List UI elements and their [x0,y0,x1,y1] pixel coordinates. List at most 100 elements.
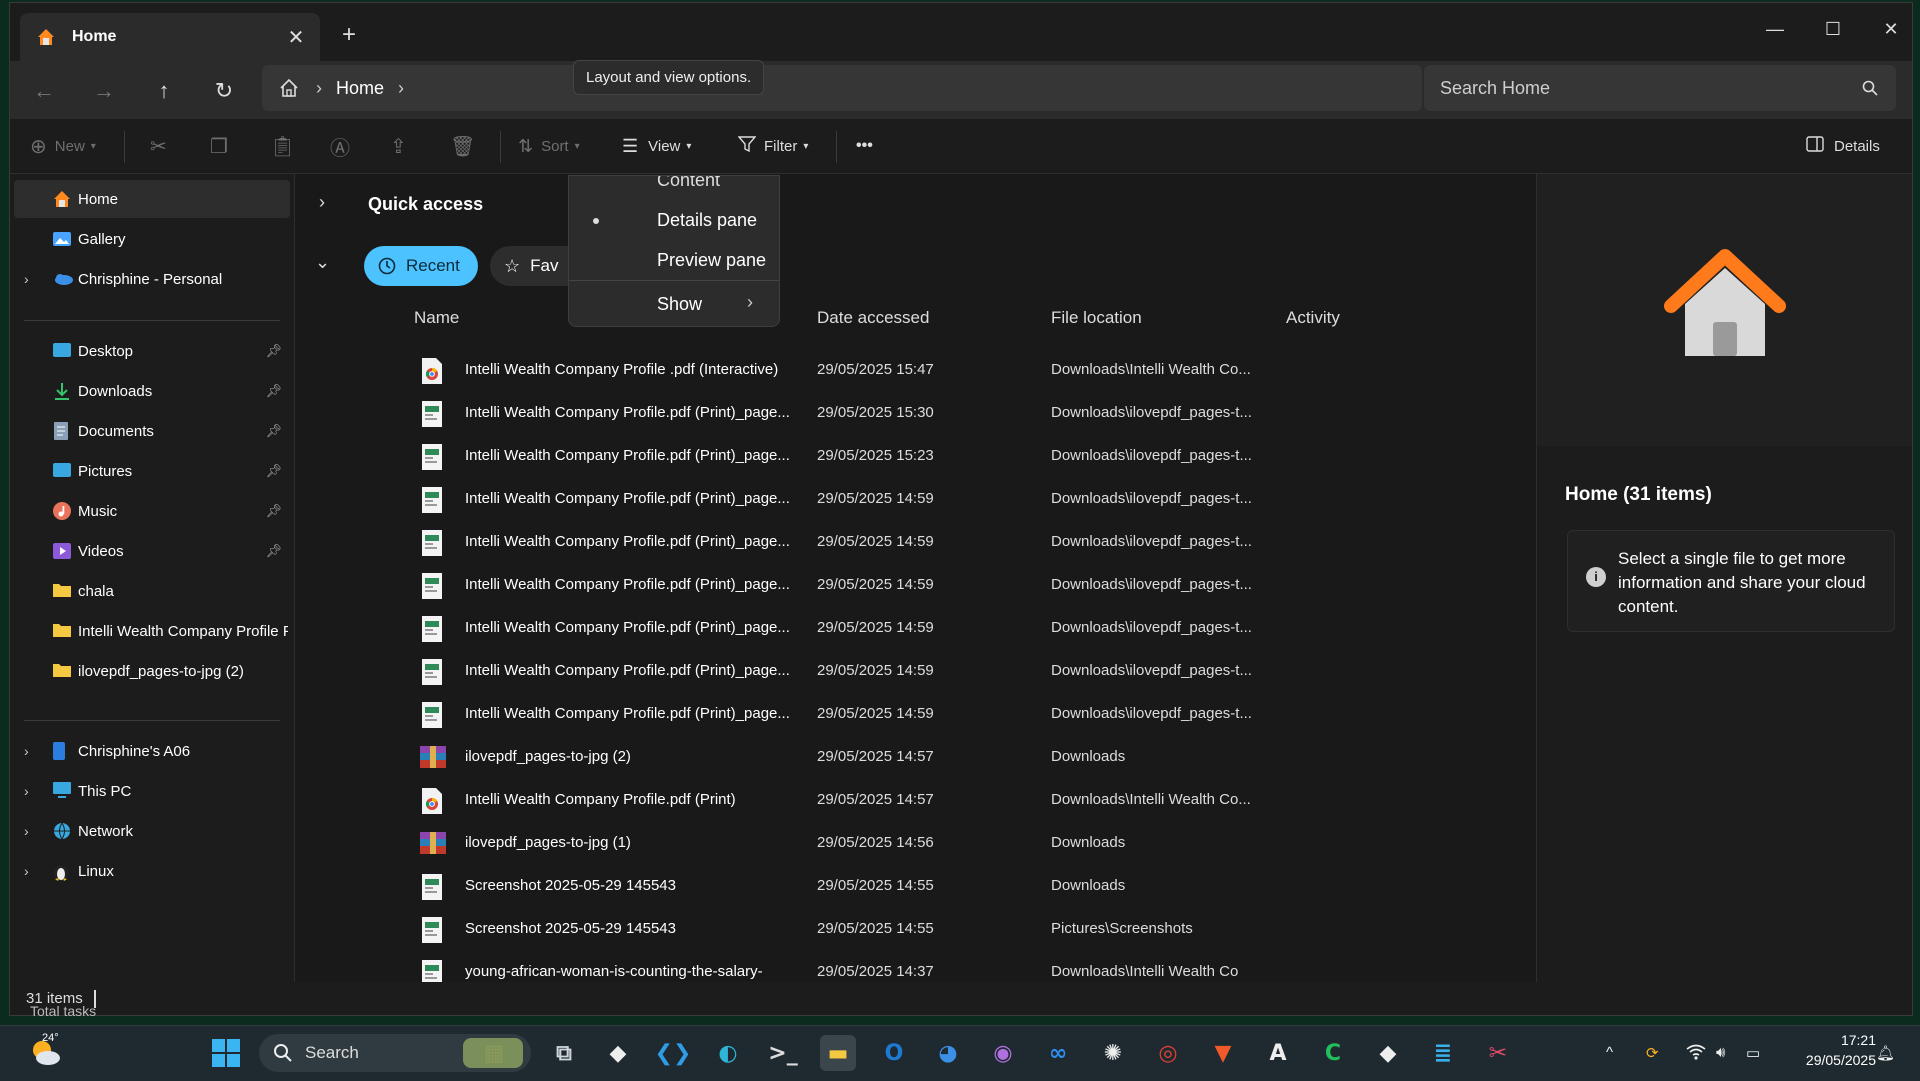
recent-filter-pill[interactable]: Recent [364,246,478,286]
dark-app-icon[interactable]: ◆ [600,1035,636,1071]
notifications-icon[interactable]: 🔔︎ [1876,1044,1895,1062]
task-view-icon[interactable]: ⧉ [546,1035,582,1071]
refresh-icon[interactable]: ↻ [204,73,244,109]
collapse-chevron-icon[interactable]: ⌄ [315,252,330,273]
filter-button[interactable]: Filter ▾ [737,129,808,163]
pin-icon[interactable]: 📌︎ [265,543,282,559]
widgets-icon[interactable]: ▦ [476,1035,512,1071]
battery-icon[interactable]: ▭ [1746,1044,1760,1062]
delete-icon[interactable]: 🗑︎ [450,129,475,163]
column-header-date[interactable]: Date accessed [817,308,929,328]
sidebar-item-gallery[interactable]: Gallery [14,220,290,258]
back-icon[interactable]: ← [24,73,64,109]
table-row[interactable]: Intelli Wealth Company Profile.pdf (Prin… [295,564,1535,607]
chrome-icon[interactable]: ◎ [1150,1035,1186,1071]
quick-access-header[interactable]: Quick access [368,194,483,215]
menu-item-show[interactable]: Show [657,294,702,315]
table-row[interactable]: Intelli Wealth Company Profile.pdf (Prin… [295,435,1535,478]
pin-icon[interactable]: 📌︎ [265,463,282,479]
table-row[interactable]: Intelli Wealth Company Profile.pdf (Prin… [295,478,1535,521]
green-app-icon[interactable]: C [1315,1035,1351,1071]
dark-app-icon-2[interactable]: ◆ [1370,1035,1406,1071]
address-bar[interactable]: › Home › [262,65,1422,111]
menu-item-preview-pane[interactable]: Preview pane [657,250,766,271]
rename-icon[interactable]: Ⓐ [330,129,350,163]
sidebar-item-ilovepdf-pages-to-jpg-2[interactable]: ilovepdf_pages-to-jpg (2) [14,652,290,690]
table-row[interactable]: ilovepdf_pages-to-jpg (2) 29/05/2025 14:… [295,736,1535,779]
terminal-icon[interactable]: >_ [765,1035,801,1071]
expand-chevron-icon[interactable]: › [24,783,29,799]
table-row[interactable]: Intelli Wealth Company Profile .pdf (Int… [295,349,1535,392]
sidebar-item-pictures[interactable]: Pictures 📌︎ [14,452,290,490]
sidebar-item-documents[interactable]: Documents 📌︎ [14,412,290,450]
outlook-icon[interactable]: O [876,1035,912,1071]
sidebar-item-chala[interactable]: chala [14,572,290,610]
more-options-icon[interactable]: ••• [856,129,873,163]
cut-icon[interactable]: ✂ [150,129,167,163]
details-toggle-button[interactable]: Details [1806,129,1880,163]
maximize-button[interactable]: ☐ [1804,11,1862,47]
tab-home[interactable]: Home ✕ [20,13,320,61]
sidebar-item-linux[interactable]: › Linux [14,852,290,890]
search-input[interactable]: Search Home [1424,65,1896,111]
expand-chevron-icon[interactable]: › [24,823,29,839]
table-row[interactable]: Screenshot 2025-05-29 145543 29/05/2025 … [295,865,1535,908]
sidebar-item-this-pc[interactable]: › This PC [14,772,290,810]
volume-icon[interactable]: 🔊︎ [1716,1044,1725,1061]
start-icon[interactable] [208,1035,244,1071]
breadcrumb-home[interactable]: Home [336,78,384,99]
up-icon[interactable]: ↑ [144,73,184,109]
table-row[interactable]: Intelli Wealth Company Profile.pdf (Prin… [295,650,1535,693]
tab-close-button[interactable]: ✕ [280,25,312,50]
vscode-icon[interactable]: ❮❯ [655,1035,692,1071]
minimize-button[interactable]: — [1746,11,1804,47]
table-row[interactable]: Intelli Wealth Company Profile.pdf (Prin… [295,392,1535,435]
meta-icon[interactable]: ∞ [1040,1035,1076,1071]
sidebar-item-network[interactable]: › Network [14,812,290,850]
file-explorer-icon[interactable]: ▬ [820,1035,856,1071]
new-button[interactable]: ⊕ New ▾ [30,129,96,163]
sidebar-item-videos[interactable]: Videos 📌︎ [14,532,290,570]
table-row[interactable]: Intelli Wealth Company Profile.pdf (Prin… [295,779,1535,822]
copy-icon[interactable]: ❐ [210,129,228,163]
sidebar-item-intelli-wealth-company-profile-fe[interactable]: Intelli Wealth Company Profile Fe [14,612,290,650]
share-icon[interactable]: ⇪ [390,129,407,163]
breadcrumb-chevron-icon[interactable]: › [316,78,322,99]
table-row[interactable]: Intelli Wealth Company Profile.pdf (Prin… [295,521,1535,564]
sync-icon[interactable]: ⟳ [1646,1044,1659,1062]
sort-button[interactable]: ⇅ Sort ▾ [518,129,580,163]
pin-icon[interactable]: 📌︎ [265,383,282,399]
edge-icon[interactable]: ◐ [710,1035,746,1071]
sidebar-item-home[interactable]: Home [14,180,290,218]
column-header-name[interactable]: Name [414,308,459,328]
pin-icon[interactable]: 📌︎ [265,503,282,519]
sidebar-item-chrisphine-s-a06[interactable]: › Chrisphine's A06 [14,732,290,770]
menu-item-details-pane[interactable]: Details pane [657,210,757,231]
expand-chevron-icon[interactable]: › [319,192,325,213]
clock[interactable]: 17:21 29/05/2025 [1776,1030,1876,1070]
sidebar-item-onedrive[interactable]: › Chrisphine - Personal [14,260,290,298]
brave-icon[interactable]: ▼ [1205,1035,1241,1071]
close-button[interactable]: ✕ [1862,11,1912,47]
address-home-icon[interactable] [278,77,302,99]
notepad-icon[interactable]: ≣ [1425,1035,1461,1071]
github-icon[interactable]: ◉ [985,1035,1021,1071]
pin-icon[interactable]: 📌︎ [265,343,282,359]
new-tab-button[interactable]: + [342,21,356,49]
view-button[interactable]: ☰ View ▾ [622,129,691,163]
table-row[interactable]: Intelli Wealth Company Profile.pdf (Prin… [295,693,1535,736]
sidebar-item-downloads[interactable]: Downloads 📌︎ [14,372,290,410]
thunderbird-icon[interactable]: ◕ [930,1035,966,1071]
table-row[interactable]: Screenshot 2025-05-29 145543 29/05/2025 … [295,908,1535,951]
expand-chevron-icon[interactable]: › [24,743,29,759]
wifi-icon[interactable] [1686,1044,1706,1064]
expand-chevron-icon[interactable]: › [24,271,29,287]
breadcrumb-chevron-icon[interactable]: › [398,78,404,99]
chatgpt-icon[interactable]: ✺ [1095,1035,1131,1071]
snipping-icon[interactable]: ✂ [1480,1035,1516,1071]
column-header-activity[interactable]: Activity [1286,308,1340,328]
column-header-location[interactable]: File location [1051,308,1142,328]
forward-icon[interactable]: → [84,73,124,109]
pin-icon[interactable]: 📌︎ [265,423,282,439]
table-row[interactable]: ilovepdf_pages-to-jpg (1) 29/05/2025 14:… [295,822,1535,865]
